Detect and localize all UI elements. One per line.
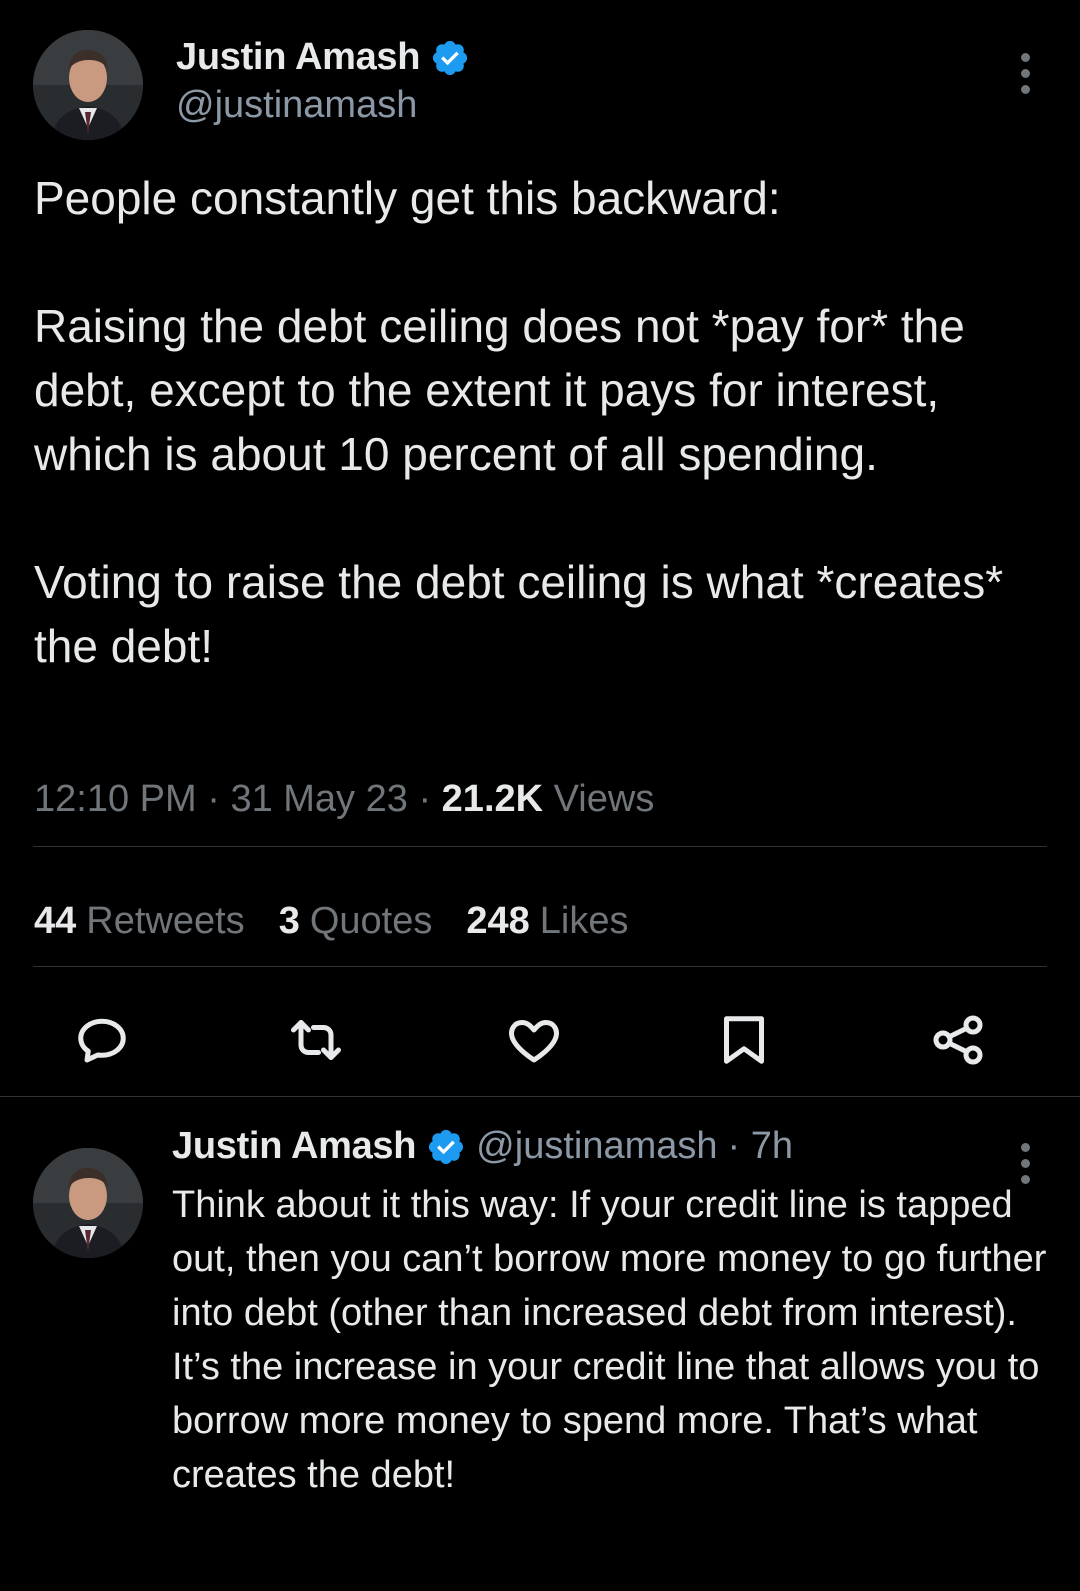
- meta-separator: ·: [207, 778, 220, 820]
- reply-header: Justin Amash @justinamash · 7h: [172, 1125, 793, 1168]
- share-icon: [933, 1015, 983, 1065]
- divider: [0, 1096, 1080, 1097]
- tweet-detail-screen: Justin Amash @justinamash People constan…: [0, 0, 1080, 1591]
- divider: [33, 846, 1047, 847]
- reply-author-display-name[interactable]: Justin Amash: [172, 1125, 416, 1168]
- likes-label: Likes: [539, 900, 629, 942]
- author-name-row: Justin Amash: [176, 36, 470, 79]
- tweet-text: People constantly get this backward: Rai…: [34, 172, 1004, 672]
- like-icon: [509, 1020, 559, 1063]
- retweet-button[interactable]: [286, 1010, 346, 1070]
- retweet-icon: [291, 1020, 341, 1060]
- verified-badge-icon: [433, 40, 468, 75]
- reply-text[interactable]: Think about it this way: If your credit …: [172, 1178, 1052, 1502]
- reply-age[interactable]: · 7h: [728, 1125, 793, 1168]
- author-handle[interactable]: @justinamash: [176, 84, 417, 127]
- share-button[interactable]: [928, 1010, 988, 1070]
- quotes-count: 3: [278, 900, 300, 942]
- bookmark-icon: [724, 1016, 764, 1064]
- tweet-time[interactable]: 12:10 PM: [34, 778, 197, 820]
- tweet-meta: 12:10 PM · 31 May 23 · 21.2K Views: [34, 778, 654, 821]
- engagement-stats: 44 Retweets 3 Quotes 248 Likes: [34, 900, 628, 943]
- views-label: Views: [553, 778, 655, 820]
- reply-author-handle[interactable]: @justinamash: [476, 1125, 717, 1168]
- more-dot-icon: [1020, 68, 1030, 78]
- quotes-stat[interactable]: 3 Quotes: [279, 900, 433, 943]
- retweets-stat[interactable]: 44 Retweets: [34, 900, 245, 943]
- avatar-photo-icon: [33, 1148, 143, 1258]
- more-options-button[interactable]: [1010, 48, 1040, 98]
- avatar-photo-icon: [33, 30, 143, 140]
- reply-button[interactable]: [72, 1010, 132, 1070]
- more-dot-icon: [1020, 1142, 1030, 1152]
- retweets-count: 44: [34, 900, 77, 942]
- author-avatar[interactable]: [33, 30, 143, 140]
- bookmark-button[interactable]: [714, 1010, 774, 1070]
- views-count: 21.2K: [441, 778, 544, 820]
- reply-author-avatar[interactable]: [33, 1148, 143, 1258]
- like-button[interactable]: [504, 1010, 564, 1070]
- divider: [33, 966, 1047, 967]
- likes-stat[interactable]: 248 Likes: [466, 900, 628, 943]
- meta-separator: ·: [418, 778, 432, 820]
- author-display-name[interactable]: Justin Amash: [176, 36, 420, 79]
- more-dot-icon: [1020, 52, 1030, 62]
- more-dot-icon: [1020, 1158, 1030, 1168]
- action-bar: [0, 1010, 1080, 1090]
- likes-count: 248: [466, 900, 530, 942]
- more-dot-icon: [1020, 84, 1030, 94]
- reply-icon: [78, 1018, 126, 1063]
- quotes-label: Quotes: [309, 900, 433, 942]
- verified-badge-icon: [429, 1129, 464, 1164]
- tweet-date[interactable]: 31 May 23: [230, 778, 407, 820]
- retweets-label: Retweets: [86, 900, 245, 942]
